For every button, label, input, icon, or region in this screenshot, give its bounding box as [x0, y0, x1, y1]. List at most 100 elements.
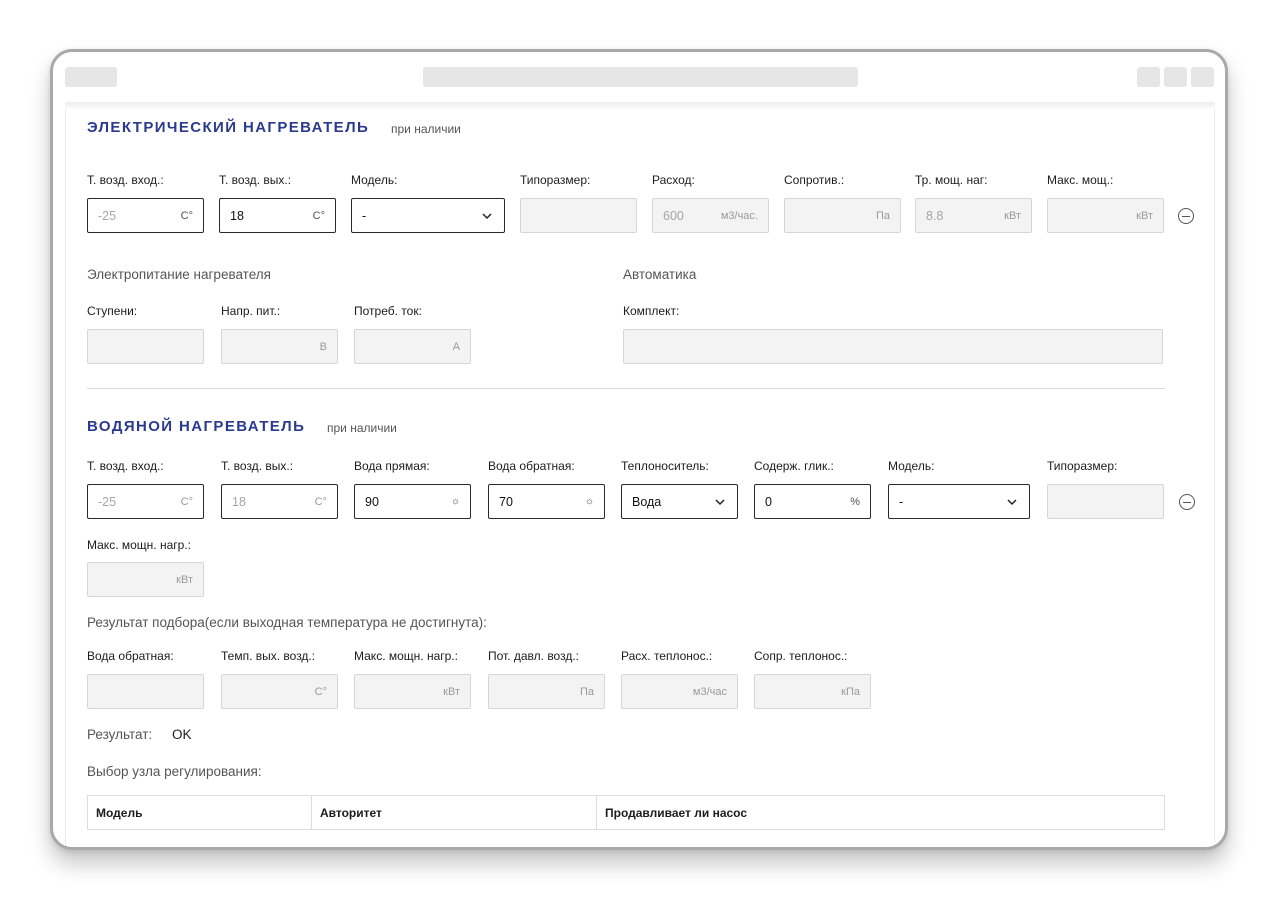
r-coolant-flow-label: Расх. теплонос.:: [621, 649, 713, 663]
w-glycol-input[interactable]: 0 %: [754, 484, 871, 519]
unit-label: м3/час.: [720, 209, 758, 222]
voltage-input[interactable]: В: [221, 329, 338, 364]
w-water-return-input[interactable]: 70 ☼: [488, 484, 605, 519]
content-top-shadow: [65, 102, 1215, 110]
electric-heater-note: при наличии: [391, 122, 461, 136]
r-coolant-flow-input[interactable]: м3/час: [621, 674, 738, 709]
unit-label: Па: [875, 209, 890, 222]
result-label: Результат:: [87, 727, 153, 742]
el-t-in-label: Т. возд. вход.:: [87, 173, 164, 187]
el-max-power-input[interactable]: кВт: [1047, 198, 1164, 233]
spinner-icon[interactable]: ☼: [451, 496, 460, 507]
w-max-power-label: Макс. мощн. нагр.:: [87, 538, 191, 552]
el-model-label: Модель:: [351, 173, 398, 187]
w-water-return-label: Вода обратная:: [488, 459, 575, 473]
el-resist-label: Сопротив.:: [784, 173, 845, 187]
el-size-label: Типоразмер:: [520, 173, 591, 187]
automation-title: Автоматика: [623, 267, 697, 282]
remove-electric-heater-icon[interactable]: [1178, 208, 1194, 224]
w-water-supply-label: Вода прямая:: [354, 459, 430, 473]
unit-label: %: [850, 495, 860, 508]
unit-label: кПа: [841, 685, 860, 698]
el-t-out-label: Т. возд. вых.:: [219, 173, 292, 187]
el-max-power-label: Макс. мощ.:: [1047, 173, 1114, 187]
browser-window: ЭЛЕКТРИЧЕСКИЙ НАГРЕВАТЕЛЬ при наличии Т.…: [50, 49, 1228, 850]
current-input[interactable]: А: [354, 329, 471, 364]
el-flow-label: Расход:: [652, 173, 695, 187]
unit-label: кВт: [1136, 209, 1153, 222]
el-size-input[interactable]: [520, 198, 637, 233]
table-header-pump[interactable]: Продавливает ли насос: [597, 796, 1164, 829]
remove-water-heater-icon[interactable]: [1179, 494, 1195, 510]
window-button-placeholder[interactable]: [1164, 67, 1187, 87]
unit-label: С°: [312, 209, 325, 222]
w-t-out-label: Т. возд. вых.:: [221, 459, 294, 473]
r-t-out-input[interactable]: С°: [221, 674, 338, 709]
unit-label: С°: [314, 685, 327, 698]
w-t-in-label: Т. возд. вход.:: [87, 459, 164, 473]
el-flow-input[interactable]: 600 м3/час.: [652, 198, 769, 233]
voltage-label: Напр. пит.:: [221, 304, 281, 318]
w-t-out-input[interactable]: 18 С°: [221, 484, 338, 519]
selection-result-title: Результат подбора(если выходная температ…: [87, 615, 487, 630]
el-resist-input[interactable]: Па: [784, 198, 901, 233]
r-pressure-loss-input[interactable]: Па: [488, 674, 605, 709]
window-tab-placeholder: [65, 67, 117, 87]
steps-label: Ступени:: [87, 304, 138, 318]
el-t-in-input[interactable]: -25 С°: [87, 198, 204, 233]
r-t-out-label: Темп. вых. возд.:: [221, 649, 316, 663]
kit-input[interactable]: [623, 329, 1163, 364]
unit-label: А: [452, 340, 460, 353]
w-model-label: Модель:: [888, 459, 935, 473]
unit-label: кВт: [176, 573, 193, 586]
r-return-water-input[interactable]: [87, 674, 204, 709]
r-pressure-loss-label: Пот. давл. возд.:: [488, 649, 580, 663]
w-glycol-label: Содерж. глик.:: [754, 459, 834, 473]
result-value: OK: [172, 727, 192, 742]
r-coolant-resist-label: Сопр. теплонос.:: [754, 649, 848, 663]
water-heater-note: при наличии: [327, 421, 397, 435]
el-t-out-input[interactable]: 18 С°: [219, 198, 336, 233]
w-coolant-label: Теплоноситель:: [621, 459, 709, 473]
r-coolant-resist-input[interactable]: кПа: [754, 674, 871, 709]
spinner-icon[interactable]: ☼: [585, 496, 594, 507]
unit-label: С°: [314, 495, 327, 508]
unit-label: С°: [180, 495, 193, 508]
r-max-power-input[interactable]: кВт: [354, 674, 471, 709]
w-water-supply-input[interactable]: 90 ☼: [354, 484, 471, 519]
w-model-select[interactable]: -: [888, 484, 1030, 519]
power-supply-title: Электропитание нагревателя: [87, 267, 271, 282]
w-max-power-input[interactable]: кВт: [87, 562, 204, 597]
w-t-in-input[interactable]: -25 С°: [87, 484, 204, 519]
r-return-water-label: Вода обратная:: [87, 649, 174, 663]
el-req-power-label: Тр. мощ. наг:: [915, 173, 988, 187]
regulation-title: Выбор узла регулирования:: [87, 764, 262, 779]
w-coolant-select[interactable]: Вода: [621, 484, 738, 519]
current-label: Потреб. ток:: [354, 304, 422, 318]
steps-input[interactable]: [87, 329, 204, 364]
unit-label: кВт: [1004, 209, 1021, 222]
chevron-down-icon: [715, 498, 725, 505]
unit-label: Па: [579, 685, 594, 698]
r-max-power-label: Макс. мощн. нагр.:: [354, 649, 458, 663]
el-req-power-input[interactable]: 8.8 кВт: [915, 198, 1032, 233]
unit-label: м3/час: [692, 685, 727, 698]
address-bar-placeholder[interactable]: [423, 67, 858, 87]
window-button-placeholder[interactable]: [1191, 67, 1214, 87]
unit-label: кВт: [443, 685, 460, 698]
table-header-authority[interactable]: Авторитет: [312, 796, 597, 829]
unit-label: В: [319, 340, 327, 353]
w-size-label: Типоразмер:: [1047, 459, 1118, 473]
regulation-table-header: Модель Авторитет Продавливает ли насос: [87, 795, 1165, 830]
unit-label: С°: [180, 209, 193, 222]
el-model-select[interactable]: -: [351, 198, 505, 233]
chevron-down-icon: [1007, 498, 1017, 505]
w-size-input[interactable]: [1047, 484, 1164, 519]
electric-heater-title: ЭЛЕКТРИЧЕСКИЙ НАГРЕВАТЕЛЬ: [87, 119, 370, 136]
kit-label: Комплект:: [623, 304, 680, 318]
water-heater-title: ВОДЯНОЙ НАГРЕВАТЕЛЬ: [87, 418, 306, 435]
section-divider: [87, 388, 1165, 389]
chevron-down-icon: [482, 212, 492, 219]
table-header-model[interactable]: Модель: [88, 796, 312, 829]
window-button-placeholder[interactable]: [1137, 67, 1160, 87]
